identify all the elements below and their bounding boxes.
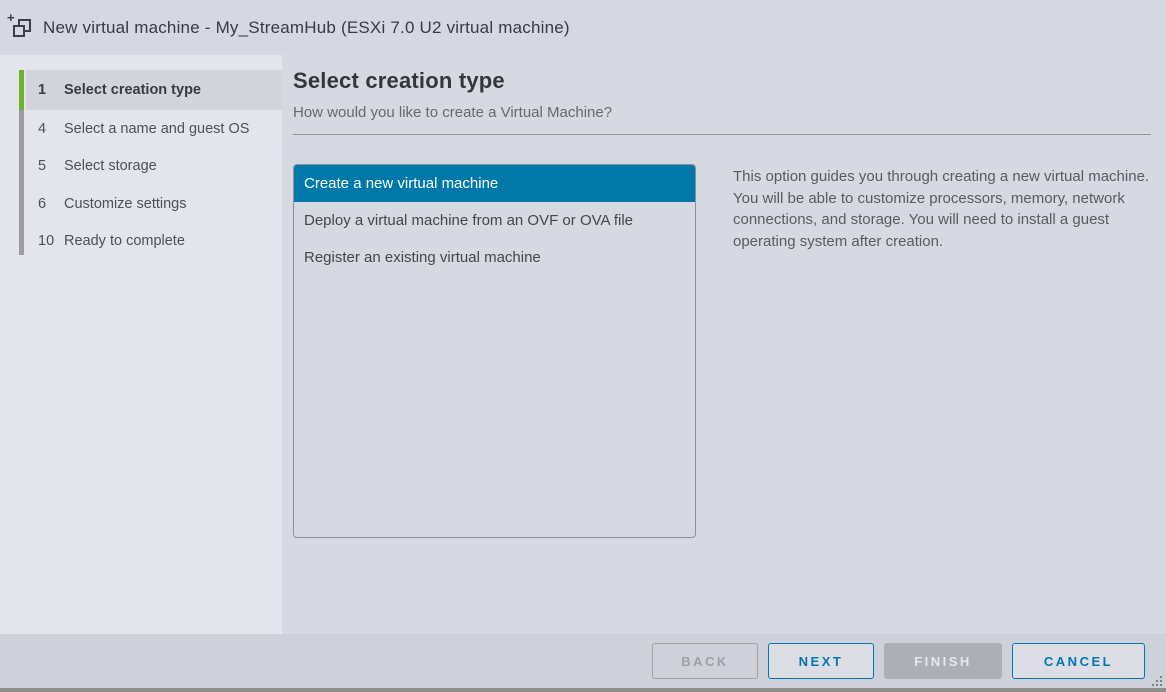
back-button[interactable]: BACK — [652, 643, 758, 679]
page-title: Select creation type — [293, 68, 1151, 94]
wizard-step-list: 1 Select creation type 4 Select a name a… — [0, 55, 282, 260]
step-number: 4 — [26, 121, 60, 137]
wizard-page-content: Select creation type How would you like … — [282, 55, 1166, 634]
creation-type-row: Create a new virtual machine Deploy a vi… — [293, 164, 1151, 538]
step-select-creation-type[interactable]: 1 Select creation type — [26, 70, 282, 110]
step-number: 5 — [26, 158, 60, 174]
next-button[interactable]: NEXT — [768, 643, 874, 679]
step-customize-settings[interactable]: 6 Customize settings — [26, 185, 282, 223]
dialog-title: New virtual machine - My_StreamHub (ESXi… — [43, 18, 570, 38]
dialog-titlebar[interactable]: + New virtual machine - My_StreamHub (ES… — [0, 0, 1166, 55]
cancel-button[interactable]: CANCEL — [1012, 643, 1145, 679]
step-progress-rail — [19, 70, 24, 255]
dialog-bottom-edge — [0, 688, 1166, 692]
option-register-existing-vm[interactable]: Register an existing virtual machine — [294, 239, 695, 276]
step-select-storage[interactable]: 5 Select storage — [26, 148, 282, 186]
selected-option-description: This option guides you through creating … — [733, 164, 1151, 538]
option-deploy-ovf-ova[interactable]: Deploy a virtual machine from an OVF or … — [294, 202, 695, 239]
step-label: Ready to complete — [60, 233, 185, 249]
step-ready-to-complete[interactable]: 10 Ready to complete — [26, 223, 282, 261]
step-number: 10 — [26, 233, 60, 249]
dialog-body: 1 Select creation type 4 Select a name a… — [0, 55, 1166, 634]
step-label: Customize settings — [60, 196, 187, 212]
header-divider — [293, 134, 1151, 135]
wizard-footer: BACK NEXT FINISH CANCEL — [0, 634, 1166, 688]
step-number: 6 — [26, 196, 60, 212]
new-vm-wizard-dialog: + New virtual machine - My_StreamHub (ES… — [0, 0, 1166, 692]
step-select-name-guest-os[interactable]: 4 Select a name and guest OS — [26, 110, 282, 148]
step-number: 1 — [26, 82, 60, 98]
finish-button[interactable]: FINISH — [884, 643, 1002, 679]
step-progress-rail-active — [19, 70, 24, 110]
wizard-steps-sidebar: 1 Select creation type 4 Select a name a… — [0, 55, 282, 634]
step-label: Select storage — [60, 158, 157, 174]
step-label: Select a name and guest OS — [60, 121, 249, 137]
step-label: Select creation type — [60, 82, 201, 98]
page-subtitle: How would you like to create a Virtual M… — [293, 104, 1151, 121]
creation-type-listbox: Create a new virtual machine Deploy a vi… — [293, 164, 696, 538]
option-create-new-vm[interactable]: Create a new virtual machine — [294, 165, 695, 202]
resize-grip[interactable] — [1150, 674, 1162, 686]
new-vm-add-icon: + — [6, 14, 36, 42]
